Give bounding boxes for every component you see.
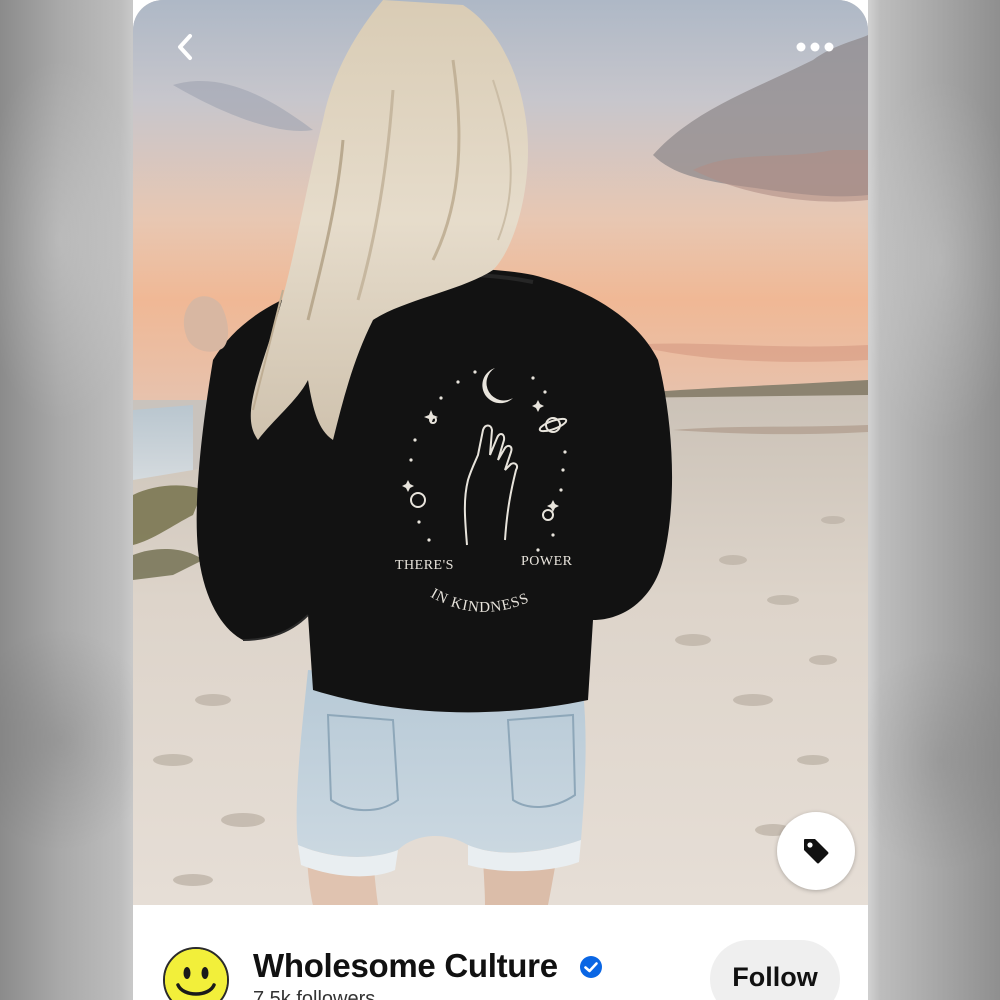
- creator-avatar[interactable]: [163, 947, 229, 1000]
- print-text-right: POWER: [521, 554, 573, 569]
- pin-photo: THERE'S POWER IN KINDNESS: [133, 0, 868, 905]
- verified-badge-icon: [580, 956, 602, 978]
- pin-image[interactable]: THERE'S POWER IN KINDNESS: [133, 0, 868, 905]
- print-text-left: THERE'S: [395, 558, 454, 573]
- shop-tag-button[interactable]: [777, 812, 855, 890]
- follow-button[interactable]: Follow: [710, 940, 840, 1000]
- chevron-left-icon: [178, 34, 192, 60]
- ellipsis-icon: [796, 42, 834, 52]
- creator-bar: Wholesome Culture 7.5k followers Follow: [133, 905, 868, 1000]
- smiley-face-icon: [165, 949, 227, 1000]
- back-button[interactable]: [159, 20, 213, 74]
- more-options-button[interactable]: [786, 20, 844, 74]
- follower-count: 7.5k followers: [253, 988, 376, 1000]
- creator-name[interactable]: Wholesome Culture: [253, 947, 558, 985]
- pin-detail-screen: THERE'S POWER IN KINDNESS Wholesome Cult…: [133, 0, 868, 1000]
- tag-icon: [804, 839, 829, 864]
